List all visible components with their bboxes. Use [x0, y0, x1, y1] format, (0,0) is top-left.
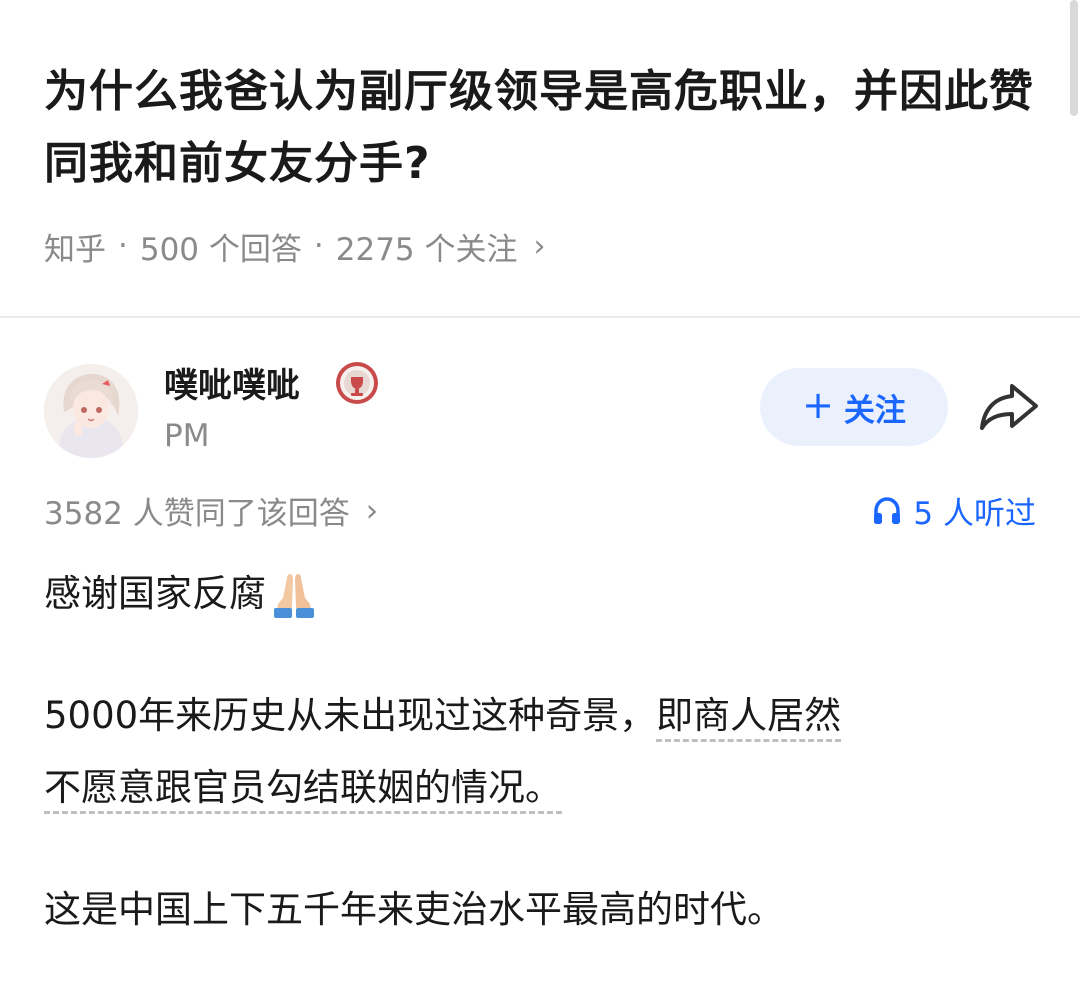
answer-text: 5000年来历史从未出现过这种奇景，	[44, 694, 657, 737]
avatar-anime-girl-icon	[44, 364, 138, 458]
meta-separator: ·	[313, 228, 324, 264]
author-bio: PM	[164, 418, 210, 454]
highlighted-text[interactable]: 即商人居然	[656, 694, 842, 742]
meta-separator: ·	[118, 228, 128, 264]
answer-count: 500 个回答	[139, 231, 302, 268]
scrollbar-thumb[interactable]	[1070, 0, 1078, 116]
source-label: 知乎	[44, 231, 106, 268]
answer-paragraph: 感谢国家反腐	[44, 558, 1024, 630]
listened-count[interactable]: 5 人听过	[871, 488, 1036, 533]
plus-icon: +	[802, 383, 834, 427]
upvote-label: 3582 人赞同了该回答	[44, 496, 350, 532]
scrollbar[interactable]	[1068, 0, 1080, 116]
answer-text: 这是中国上下五千年来吏治水平最高的时代。	[44, 888, 784, 931]
follower-count: 2275 个关注	[335, 231, 518, 268]
folded-hands-emoji-icon	[268, 568, 320, 620]
highlighted-text[interactable]: 不愿意跟官员勾结联姻的情况。	[44, 766, 562, 814]
chevron-right-icon: ›	[365, 492, 379, 529]
avatar[interactable]	[44, 364, 138, 458]
follow-label: 关注	[843, 392, 906, 429]
divider	[0, 316, 1080, 318]
question-meta[interactable]: 知乎 · 500 个回答 · 2275 个关注 ›	[44, 224, 546, 268]
upvote-count[interactable]: 3582 人赞同了该回答 ›	[44, 488, 378, 533]
listened-label: 5 人听过	[913, 496, 1036, 532]
headphones-icon	[874, 496, 901, 524]
share-arrow-icon[interactable]	[978, 380, 1040, 434]
author-name[interactable]: 噗呲噗呲	[164, 356, 300, 408]
chevron-right-icon: ›	[533, 228, 546, 264]
follow-button[interactable]: + 关注	[760, 368, 948, 446]
answer-paragraph: 5000年来历史从未出现过这种奇景，即商人居然 不愿意跟官员勾结联姻的情况。	[44, 680, 1024, 824]
answer-text: 感谢国家反腐	[44, 572, 266, 615]
question-title[interactable]: 为什么我爸认为副厅级领导是高危职业，并因此赞同我和前女友分手?	[44, 56, 1034, 200]
fade-overlay	[440, 940, 650, 986]
medal-icon[interactable]	[334, 360, 380, 406]
answer-paragraph: 这是中国上下五千年来吏治水平最高的时代。	[44, 874, 1024, 946]
